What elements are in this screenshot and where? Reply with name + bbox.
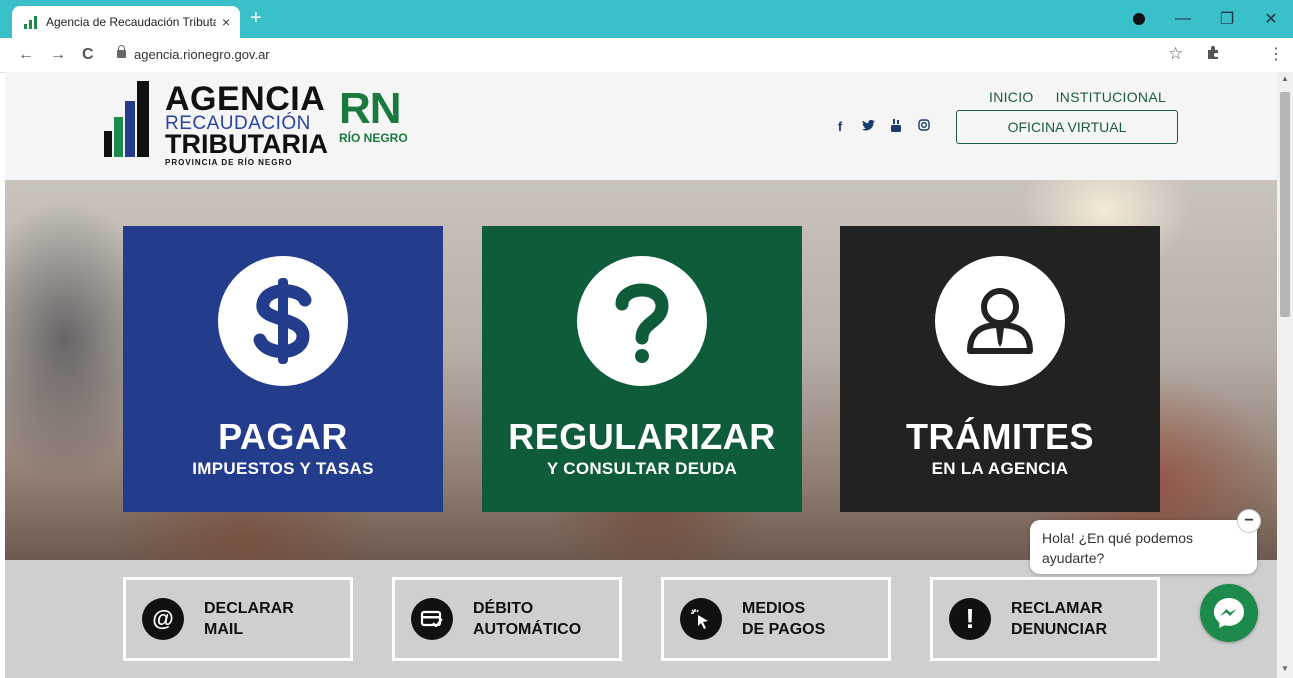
agency-logo-icon[interactable] <box>104 81 154 157</box>
card-tramites[interactable]: TRÁMITES EN LA AGENCIA <box>840 226 1160 512</box>
window-controls: — ❐ ✕ <box>1161 0 1293 38</box>
quick-link-label: DÉBITO AUTOMÁTICO <box>473 600 582 638</box>
agency-logo-text[interactable]: AGENCIA RECAUDACIÓN TRIBUTARIA PROVINCIA… <box>165 82 328 167</box>
quick-link-label: MEDIOS DE PAGOS <box>742 600 826 638</box>
minimize-button[interactable]: — <box>1161 10 1205 28</box>
card-subtitle: EN LA AGENCIA <box>931 459 1069 478</box>
rn-sub: RÍO NEGRO <box>339 131 408 145</box>
browser-menu-icon[interactable]: ⋮ <box>1268 44 1284 64</box>
tab-title: Agencia de Recaudación Tributar <box>46 15 216 29</box>
debito-automatico-button[interactable]: DÉBITO AUTOMÁTICO <box>392 577 622 661</box>
card-title: REGULARIZAR <box>508 416 776 457</box>
quick-links-bar: @ DECLARAR MAIL DÉBITO AUTOMÁTICO MEDIOS DE… <box>5 560 1277 678</box>
card-regularizar[interactable]: REGULARIZAR Y CONSULTAR DEUDA <box>482 226 802 512</box>
person-icon <box>935 256 1065 386</box>
browser-tab-bar: Agencia de Recaudación Tributar × + — ❐ … <box>0 0 1293 38</box>
youtube-icon[interactable] <box>889 119 903 135</box>
dollar-icon <box>218 256 348 386</box>
close-window-button[interactable]: ✕ <box>1249 9 1293 29</box>
card-icon <box>411 598 453 640</box>
chat-message-line2: ayudarte? <box>1042 550 1105 566</box>
logo-line-agencia: AGENCIA <box>165 80 326 118</box>
card-pagar[interactable]: PAGAR IMPUESTOS Y TASAS <box>123 226 443 512</box>
rio-negro-logo[interactable]: RN RÍO NEGRO <box>339 84 408 146</box>
reclamar-denunciar-button[interactable]: ! RECLAMAR DENUNCIAR <box>930 577 1160 661</box>
chat-greeting-bubble[interactable]: Hola! ¿En qué podemos ayudarte? <box>1030 520 1257 574</box>
cursor-icon <box>680 598 722 640</box>
scroll-up-icon[interactable]: ▲ <box>1281 74 1289 83</box>
page-scrollbar[interactable]: ▲ ▼ <box>1277 72 1293 678</box>
nav-inicio[interactable]: INICIO <box>989 89 1034 105</box>
rn-mark: RN <box>339 84 402 133</box>
medios-de-pagos-button[interactable]: MEDIOS DE PAGOS <box>661 577 891 661</box>
quick-link-label: RECLAMAR DENUNCIAR <box>1011 600 1107 638</box>
messenger-icon <box>1214 598 1244 628</box>
profile-icon[interactable] <box>1133 13 1145 25</box>
card-title: TRÁMITES <box>906 416 1094 457</box>
chat-message-line1: Hola! ¿En qué podemos <box>1042 530 1193 546</box>
tab-close-icon[interactable]: × <box>222 14 230 30</box>
messenger-chat-button[interactable] <box>1200 584 1258 642</box>
hero-section: PAGAR IMPUESTOS Y TASAS REGULARIZAR Y CO… <box>5 180 1277 560</box>
declarar-mail-button[interactable]: @ DECLARAR MAIL <box>123 577 353 661</box>
card-subtitle: IMPUESTOS Y TASAS <box>192 459 374 478</box>
card-title: PAGAR <box>218 416 348 457</box>
chat-minimize-button[interactable]: − <box>1237 509 1261 533</box>
facebook-icon[interactable]: f <box>833 119 847 135</box>
bookmark-star-icon[interactable]: ☆ <box>1168 44 1183 64</box>
logo-line-provincia: PROVINCIA DE RÍO NEGRO <box>165 158 293 167</box>
card-subtitle: Y CONSULTAR DEUDA <box>546 459 738 478</box>
logo-line-tributaria: TRIBUTARIA <box>165 129 328 159</box>
url-field[interactable]: agencia.rionegro.gov.ar <box>134 47 270 62</box>
web-page: AGENCIA RECAUDACIÓN TRIBUTARIA PROVINCIA… <box>5 72 1277 678</box>
social-links: f <box>833 119 931 135</box>
reload-button[interactable]: C <box>82 46 94 64</box>
browser-tab[interactable]: Agencia de Recaudación Tributar × <box>12 6 240 38</box>
back-button[interactable]: ← <box>18 46 34 64</box>
oficina-virtual-button[interactable]: OFICINA VIRTUAL <box>956 110 1178 144</box>
address-bar: ← → C agencia.rionegro.gov.ar ☆ ⋮ <box>0 38 1293 73</box>
question-icon <box>577 256 707 386</box>
quick-link-label: DECLARAR MAIL <box>204 600 294 638</box>
twitter-icon[interactable] <box>861 119 875 135</box>
site-header: AGENCIA RECAUDACIÓN TRIBUTARIA PROVINCIA… <box>5 72 1277 180</box>
nav-institucional[interactable]: INSTITUCIONAL <box>1056 89 1166 105</box>
at-icon: @ <box>142 598 184 640</box>
instagram-icon[interactable] <box>917 119 931 135</box>
top-nav: INICIO INSTITUCIONAL <box>989 89 1166 105</box>
exclamation-icon: ! <box>949 598 991 640</box>
extensions-icon[interactable] <box>1206 45 1220 63</box>
scrollbar-thumb[interactable] <box>1280 92 1290 317</box>
maximize-button[interactable]: ❐ <box>1205 9 1249 29</box>
scroll-down-icon[interactable]: ▼ <box>1281 664 1289 673</box>
forward-button[interactable]: → <box>50 46 66 64</box>
new-tab-button[interactable]: + <box>250 8 262 28</box>
favicon-icon <box>24 15 38 29</box>
lock-icon[interactable] <box>117 45 126 58</box>
